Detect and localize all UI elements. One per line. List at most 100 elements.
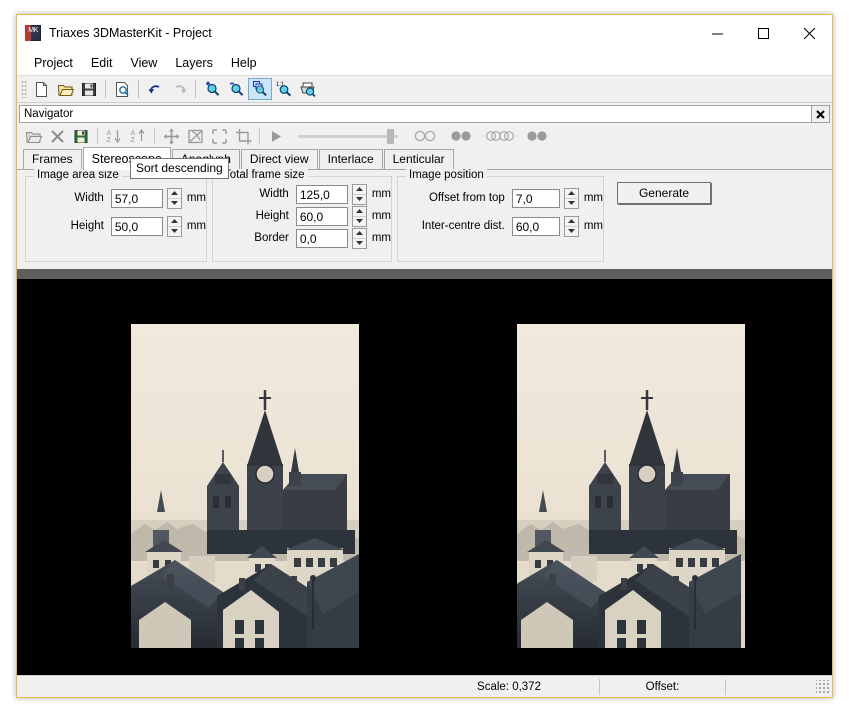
- spinner-total-frame-width[interactable]: 125,0: [295, 183, 367, 205]
- stepper-down-icon[interactable]: [168, 199, 181, 208]
- zoom-out-icon[interactable]: [224, 78, 248, 100]
- play-icon[interactable]: [264, 125, 288, 147]
- sort-descending-icon[interactable]: A Z: [102, 125, 126, 147]
- status-scale: Scale: 0,372: [477, 680, 541, 693]
- tab-lenticular[interactable]: Lenticular: [383, 149, 454, 169]
- stepper-up-icon[interactable]: [352, 229, 366, 239]
- redo-icon[interactable]: [167, 78, 191, 100]
- save-file-icon[interactable]: [77, 78, 101, 100]
- zoom-in-icon[interactable]: [200, 78, 224, 100]
- navigator-separator: [154, 128, 155, 144]
- label-border: Border: [254, 232, 289, 244]
- stepper-down-icon[interactable]: [353, 239, 366, 248]
- window-title: Triaxes 3DMasterKit - Project: [49, 26, 212, 40]
- slider-track: [298, 135, 398, 138]
- navigator-close-icon[interactable]: [812, 105, 830, 123]
- stepper-image-area-height[interactable]: [166, 215, 182, 237]
- label-total-frame-height: Height: [255, 210, 289, 222]
- zoom-actual-icon[interactable]: 1:1: [272, 78, 296, 100]
- animation-speed-slider[interactable]: [298, 125, 398, 147]
- stepper-up-icon[interactable]: [167, 189, 181, 199]
- spinner-image-area-height[interactable]: 50,0: [110, 215, 182, 237]
- stepper-up-icon[interactable]: [167, 217, 181, 227]
- toolbar-separator: [195, 80, 196, 98]
- mode-outline-pair-icon[interactable]: [414, 130, 438, 142]
- stepper-up-icon[interactable]: [564, 189, 578, 199]
- unit-offset-from-top: mm: [583, 192, 603, 204]
- stereoscope-settings-panel: Image area size Width 57,0 mm Height 50,…: [17, 158, 832, 269]
- print-icon[interactable]: [296, 78, 320, 100]
- undo-icon[interactable]: [143, 78, 167, 100]
- spinner-border[interactable]: 0,0: [295, 227, 367, 249]
- spinner-offset-from-top[interactable]: 7,0: [511, 187, 579, 209]
- move-icon[interactable]: [159, 125, 183, 147]
- mode-filled-pair-2-icon[interactable]: [526, 130, 550, 142]
- stepper-down-icon[interactable]: [565, 199, 578, 208]
- unit-border: mm: [371, 232, 391, 244]
- spinner-inter-centre-dist[interactable]: 60,0: [511, 215, 579, 237]
- field-row: Width 57,0 mm: [26, 185, 206, 211]
- mode-filled-pair-icon[interactable]: [450, 130, 474, 142]
- canvas-divider: [17, 269, 832, 279]
- save-frames-icon[interactable]: [69, 125, 93, 147]
- stepper-image-area-width[interactable]: [166, 187, 182, 209]
- maximize-button[interactable]: [740, 15, 786, 51]
- stepper-inter-centre-dist[interactable]: [563, 215, 579, 237]
- new-file-icon[interactable]: [29, 78, 53, 100]
- tab-direct-view[interactable]: Direct view: [240, 149, 318, 169]
- stepper-down-icon[interactable]: [353, 217, 366, 226]
- stepper-down-icon[interactable]: [565, 227, 578, 236]
- group-total-frame-size: Total frame size Width 125,0 mm Height 6…: [212, 169, 392, 262]
- input-offset-from-top[interactable]: 7,0: [511, 188, 560, 208]
- delete-frame-icon[interactable]: [45, 125, 69, 147]
- toolbar-separator: [138, 80, 139, 98]
- open-file-icon[interactable]: [53, 78, 77, 100]
- sort-ascending-icon[interactable]: A Z: [126, 125, 150, 147]
- menu-item-layers[interactable]: Layers: [166, 53, 222, 73]
- input-image-area-height[interactable]: 50,0: [110, 216, 163, 236]
- input-total-frame-width[interactable]: 125,0: [295, 184, 348, 204]
- toolbar-grip[interactable]: [21, 80, 27, 98]
- spinner-image-area-width[interactable]: 57,0: [110, 187, 182, 209]
- unit-image-area-height: mm: [186, 220, 206, 232]
- open-frames-icon[interactable]: [21, 125, 45, 147]
- stepper-border[interactable]: [351, 227, 367, 249]
- stepper-up-icon[interactable]: [564, 217, 578, 227]
- spinner-total-frame-height[interactable]: 60,0: [295, 205, 367, 227]
- generate-button[interactable]: Generate: [617, 182, 711, 204]
- stepper-total-frame-height[interactable]: [351, 205, 367, 227]
- menu-item-edit[interactable]: Edit: [82, 53, 122, 73]
- menu-item-project[interactable]: Project: [25, 53, 82, 73]
- input-inter-centre-dist[interactable]: 60,0: [511, 216, 560, 236]
- mode-multi-pair-icon[interactable]: [486, 130, 514, 142]
- fit-frame-icon[interactable]: [207, 125, 231, 147]
- preview-canvas[interactable]: [17, 279, 832, 675]
- stepper-offset-from-top[interactable]: [563, 187, 579, 209]
- toolbar-separator: [105, 80, 106, 98]
- field-row: Height 50,0 mm: [26, 213, 206, 239]
- close-button[interactable]: [786, 15, 832, 51]
- zoom-fit-icon[interactable]: [248, 78, 272, 100]
- stepper-down-icon[interactable]: [353, 195, 366, 204]
- input-image-area-width[interactable]: 57,0: [110, 188, 163, 208]
- input-total-frame-height[interactable]: 60,0: [295, 206, 348, 226]
- photo-left-graphic: [131, 324, 359, 648]
- tab-frames[interactable]: Frames: [23, 149, 82, 169]
- slider-thumb[interactable]: [387, 129, 394, 144]
- stepper-total-frame-width[interactable]: [351, 183, 367, 205]
- group-title-total-frame-size: Total frame size: [221, 169, 308, 181]
- menu-item-help[interactable]: Help: [222, 53, 266, 73]
- status-offset: Offset:: [645, 680, 680, 693]
- tab-interlace[interactable]: Interlace: [318, 149, 383, 169]
- resize-grip[interactable]: [816, 679, 830, 694]
- print-preview-icon[interactable]: [110, 78, 134, 100]
- crop-icon[interactable]: [231, 125, 255, 147]
- minimize-button[interactable]: [694, 15, 740, 51]
- stepper-down-icon[interactable]: [168, 227, 181, 236]
- group-title-image-position: Image position: [406, 169, 487, 181]
- input-border[interactable]: 0,0: [295, 228, 348, 248]
- transform-icon[interactable]: [183, 125, 207, 147]
- stepper-up-icon[interactable]: [352, 207, 366, 217]
- stepper-up-icon[interactable]: [352, 185, 366, 195]
- menu-item-view[interactable]: View: [121, 53, 166, 73]
